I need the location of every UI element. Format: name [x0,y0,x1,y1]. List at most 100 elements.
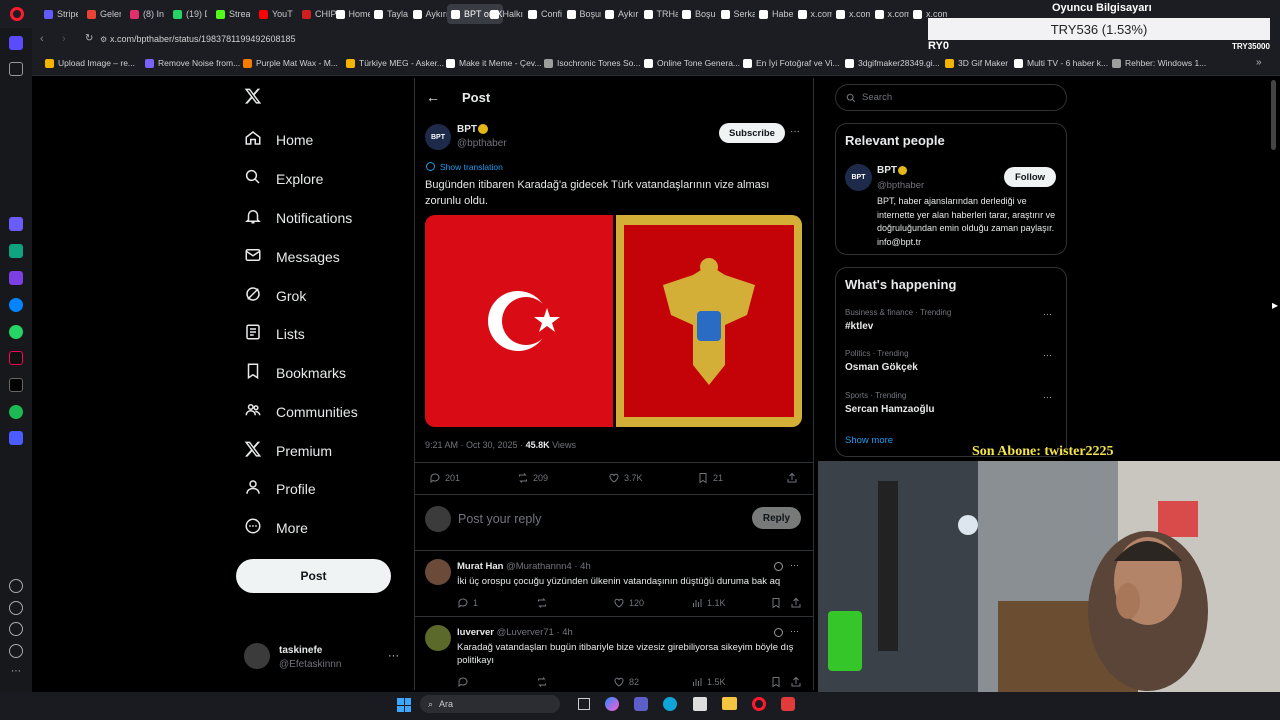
taskbar-search[interactable]: ⌕ Ara [420,695,560,713]
addon-icon[interactable] [9,271,23,285]
person-handle[interactable]: @bpthaber [877,180,924,191]
trend-more-icon[interactable]: ··· [1043,392,1052,402]
nav-item-communities[interactable]: Communities [244,401,358,422]
bookmark-item[interactable]: Remove Noise from... [145,58,240,68]
browser-tab[interactable]: (19) D [169,4,207,24]
opera-taskbar-icon[interactable] [752,697,766,711]
reply-share-action[interactable] [790,597,802,609]
grok-icon[interactable] [774,628,783,637]
account-menu-icon[interactable]: ··· [388,650,399,662]
reply-author-handle[interactable]: @Luverver71 [497,627,554,638]
reply-more-icon[interactable]: ··· [790,560,799,570]
reply-author-name[interactable]: luverver [457,627,494,638]
follow-button[interactable]: Follow [1004,167,1056,187]
show-translation-link[interactable]: Show translation [440,162,503,172]
reply-repost-action[interactable] [536,597,552,609]
account-avatar[interactable] [244,643,270,669]
bookmark-item[interactable]: 3dgifmaker28349.gi... [845,58,940,68]
nav-item-bookmarks[interactable]: Bookmarks [244,362,346,383]
reply-views-action[interactable]: 1.5K [691,676,726,688]
search-box[interactable]: Search [835,84,1067,111]
nav-item-premium[interactable]: Premium [244,440,332,461]
reply-like-action[interactable]: 82 [613,676,639,688]
reply-action[interactable]: 201 [429,472,460,484]
person-avatar[interactable]: BPT [845,164,872,191]
bookmark-item[interactable]: Make it Meme - Çev... [446,58,542,68]
trend-more-icon[interactable]: ··· [1043,309,1052,319]
reload-icon[interactable]: ↻ [85,33,93,44]
browser-tab[interactable]: Gelen [83,4,121,24]
whatsapp-icon[interactable] [9,325,23,339]
grok-icon[interactable] [774,562,783,571]
reply-like-action[interactable]: 120 [613,597,644,609]
teams-icon[interactable] [634,697,648,711]
share-action[interactable] [786,472,798,484]
back-arrow-icon[interactable]: ← [426,89,440,105]
url-bar[interactable]: x.com/bpthaber/status/198378119949260818… [110,34,295,44]
opera-logo[interactable] [10,7,24,21]
site-settings-icon[interactable]: ⚙ [100,35,107,44]
nav-item-messages[interactable]: Messages [244,246,340,267]
browser-tab[interactable]: TRHa [640,4,678,24]
messenger-icon[interactable] [9,298,23,312]
browser-tab[interactable]: Boşur [678,4,716,24]
browser-tab[interactable]: Confi [524,4,562,24]
forward-nav-icon[interactable]: › [62,33,66,45]
reply-avatar[interactable] [425,625,451,651]
bookmark-item[interactable]: En İyi Fotoğraf ve Vi... [743,58,839,68]
reply-more-icon[interactable]: ··· [790,626,799,636]
browser-tab[interactable]: Strea [212,4,250,24]
bookmark-item[interactable]: Online Tone Genera... [644,58,740,68]
nav-item-more[interactable]: More [244,517,308,538]
nav-item-notifications[interactable]: Notifications [244,207,352,228]
trend-name[interactable]: #ktlev [845,321,873,332]
author-handle[interactable]: @bpthaber [457,138,507,149]
reply-input[interactable]: Post your reply [458,512,541,526]
bookmark-item[interactable]: Isochronic Tones So... [544,58,640,68]
reply-views-action[interactable]: 1.1K [691,597,726,609]
page-scrollbar[interactable] [1271,80,1276,150]
browser-tab[interactable]: Home [332,4,370,24]
x-logo-icon[interactable] [244,87,262,110]
aria-icon[interactable] [9,217,23,231]
star-icon[interactable] [9,62,23,76]
author-name[interactable]: BPT [457,124,477,135]
post-more-icon[interactable]: ··· [790,126,800,137]
author-avatar[interactable]: BPT [425,124,451,150]
copilot-icon[interactable] [605,697,619,711]
post-button[interactable]: Post [236,559,391,593]
reply-share-action[interactable] [790,676,802,688]
reply-bookmark-action[interactable] [770,676,782,688]
history-icon[interactable] [9,601,23,615]
task-view-icon[interactable] [578,698,590,710]
browser-tab[interactable]: Halkı [486,4,524,24]
bookmark-item[interactable]: Rehber: Windows 1... [1112,58,1206,68]
browser-tab[interactable]: YouTu [255,4,293,24]
bookmarks-overflow-icon[interactable]: » [1256,57,1262,68]
reply-bookmark-action[interactable] [770,597,782,609]
nav-item-profile[interactable]: Profile [244,478,316,499]
home-speeddial-icon[interactable] [9,36,23,50]
bookmark-item[interactable]: 3D Gif Maker [945,58,1008,68]
repost-action[interactable]: 209 [517,472,548,484]
reply-author-name[interactable]: Murat Han [457,561,503,572]
like-action[interactable]: 3.7K [608,472,643,484]
reply-avatar[interactable] [425,559,451,585]
bookmark-action[interactable]: 21 [697,472,723,484]
spotify-icon[interactable] [9,405,23,419]
bookmark-item[interactable]: Purple Mat Wax - M... [243,58,338,68]
subscribe-button[interactable]: Subscribe [719,123,785,143]
browser-tab[interactable]: Boşur [563,4,601,24]
explorer-icon[interactable] [722,697,737,710]
reply-reply-action[interactable]: 1 [457,597,478,609]
browser-tab[interactable]: Taylar [370,4,408,24]
post-image[interactable] [425,215,802,427]
sidebar-more-icon[interactable]: ⋯ [9,666,23,680]
back-nav-icon[interactable]: ‹ [40,33,44,45]
reply-reply-action[interactable] [457,676,473,688]
nav-item-explore[interactable]: Explore [244,168,323,189]
browser-tab[interactable]: Aykırı [601,4,639,24]
trend-name[interactable]: Osman Gökçek [845,362,918,373]
browser-tab[interactable]: Aykırı [409,4,447,24]
x-sidebar-icon[interactable] [9,378,23,392]
